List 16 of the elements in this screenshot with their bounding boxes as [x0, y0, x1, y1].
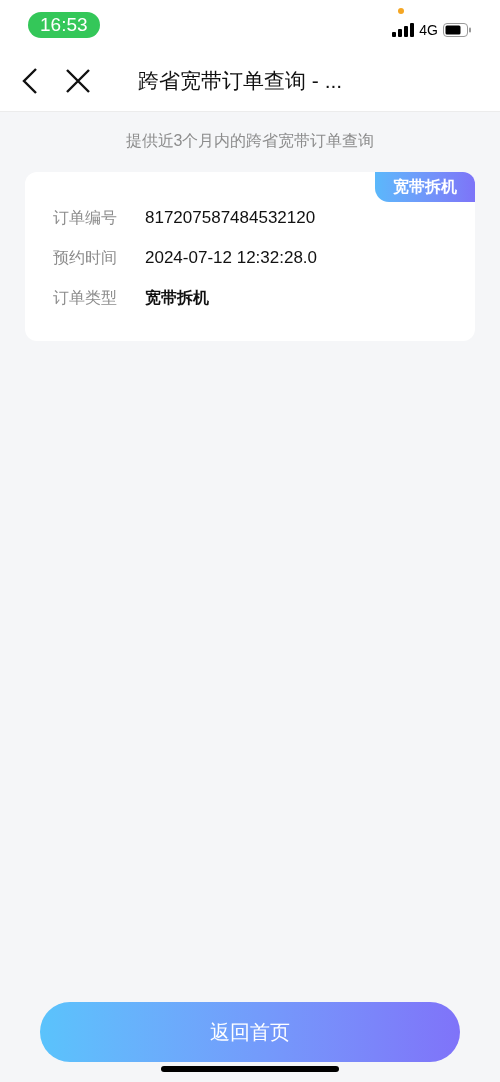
field-label: 订单编号: [53, 208, 118, 228]
close-icon: [65, 67, 91, 94]
signal-icon: [392, 23, 415, 37]
order-tag: 宽带拆机: [375, 172, 475, 202]
back-icon: [22, 66, 38, 95]
page-title: 跨省宽带订单查询 - ...: [138, 67, 343, 94]
home-button[interactable]: 返回首页: [40, 1002, 460, 1062]
subtitle: 提供近3个月内的跨省宽带订单查询: [125, 131, 375, 151]
field-label: 订单类型: [53, 288, 118, 308]
status-time: 16:53: [28, 12, 100, 38]
battery-icon: [443, 23, 472, 37]
network-type: 4G: [419, 20, 438, 40]
field-value: 817207587484532120: [145, 207, 316, 230]
field-value: 宽带拆机: [145, 288, 209, 308]
field-label: 预约时间: [53, 248, 118, 268]
field-value: 2024-07-12 12:32:28.0: [145, 247, 318, 270]
